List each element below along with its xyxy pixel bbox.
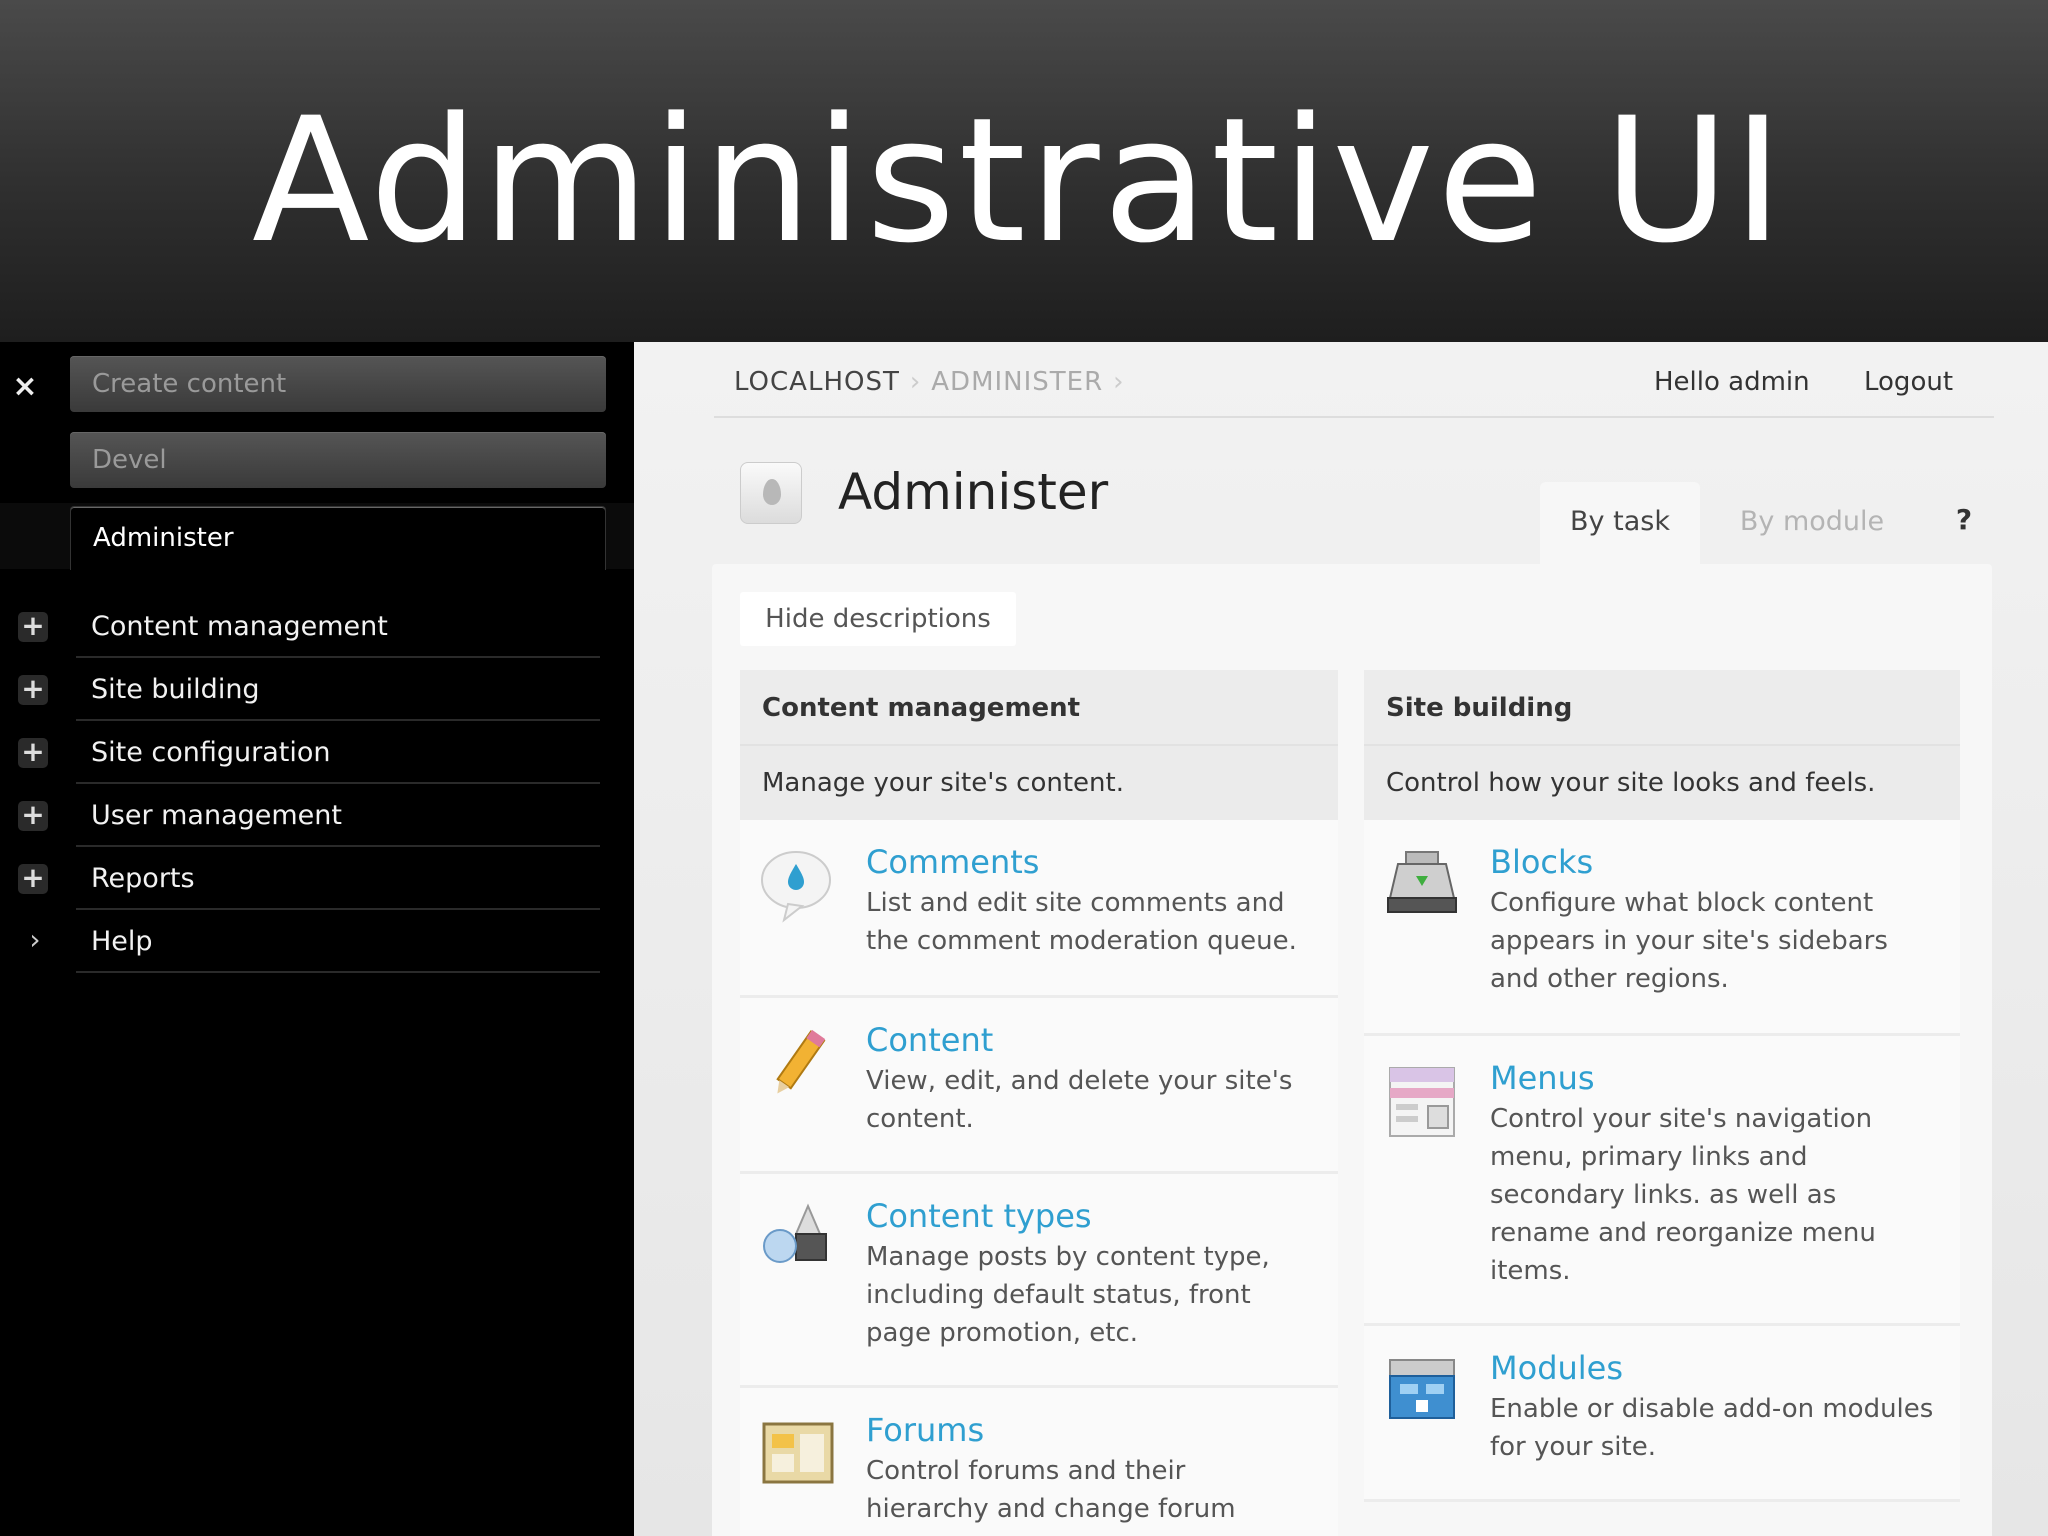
plus-icon[interactable]: +	[18, 675, 48, 705]
shapes-icon	[763, 1203, 827, 1263]
block-tray-icon	[1387, 851, 1457, 913]
tab-administer[interactable]: Administer	[70, 506, 606, 570]
section-description: Control how your site looks and feels.	[1364, 746, 1960, 820]
hello-user-link[interactable]: Hello admin	[1654, 362, 1810, 402]
item-description: List and edit site comments and the comm…	[866, 888, 1297, 956]
divider	[76, 782, 600, 784]
item-description: Manage posts by content type, including …	[866, 1242, 1270, 1348]
divider	[76, 845, 600, 847]
pencil-icon	[776, 1029, 826, 1094]
chevron-right-icon[interactable]: ›	[20, 925, 50, 955]
tab-by-task[interactable]: By task	[1540, 482, 1700, 564]
breadcrumb-separator-icon: ›	[1113, 367, 1125, 397]
item-title[interactable]: Forums	[866, 1408, 984, 1452]
logout-link[interactable]: Logout	[1864, 362, 1953, 402]
slide-title-band: Administrative UI	[0, 0, 2048, 342]
sidebar-item-content-management[interactable]: + Content management	[0, 596, 634, 658]
page-title: Administer	[838, 463, 1109, 521]
item-title[interactable]: Content types	[866, 1194, 1092, 1238]
sidebar-item-site-building[interactable]: + Site building	[0, 659, 634, 721]
breadcrumb-link-localhost[interactable]: LOCALHOST	[734, 367, 900, 397]
admin-page-panel: LOCALHOST › ADMINISTER › Hello admin Logout…	[634, 342, 2048, 1536]
tab-devel[interactable]: Devel	[70, 432, 606, 488]
module-toolbox-icon	[1389, 1359, 1455, 1419]
drupal-drop-icon	[740, 462, 802, 524]
item-description: Configure what block content appears in …	[1490, 888, 1888, 994]
tab-create-content[interactable]: Create content	[70, 356, 606, 412]
admin-item-content-types[interactable]: Content types Manage posts by content ty…	[740, 1174, 1338, 1388]
divider	[76, 719, 600, 721]
item-title[interactable]: Blocks	[1490, 840, 1593, 884]
divider	[76, 971, 600, 973]
admin-item-blocks[interactable]: Blocks Configure what block content appe…	[1364, 820, 1960, 1036]
item-title[interactable]: Menus	[1490, 1056, 1595, 1100]
admin-item-forums[interactable]: Forums Control forums and their hierarch…	[740, 1388, 1338, 1536]
slide-title: Administrative UI	[251, 80, 1787, 281]
sidebar-item-help[interactable]: › Help	[0, 911, 634, 973]
breadcrumb-link-administer[interactable]: ADMINISTER	[931, 367, 1103, 397]
breadcrumb-separator-icon: ›	[909, 367, 922, 397]
section-title: Site building	[1364, 670, 1960, 746]
item-title[interactable]: Comments	[866, 840, 1039, 884]
item-description: Control forums and their hierarchy and c…	[866, 1456, 1236, 1524]
divider	[76, 656, 600, 658]
help-icon[interactable]: ?	[1944, 500, 1984, 540]
divider	[76, 908, 600, 910]
item-description: Enable or disable add-on modules for you…	[1490, 1394, 1934, 1462]
sidebar-item-label: User management	[91, 800, 342, 831]
menu-window-icon	[1389, 1067, 1455, 1137]
sidebar-item-label: Site building	[91, 674, 260, 705]
plus-icon[interactable]: +	[18, 801, 48, 831]
sidebar-item-label: Site configuration	[91, 737, 331, 768]
item-title[interactable]: Modules	[1490, 1346, 1623, 1390]
sidebar-item-user-management[interactable]: + User management	[0, 785, 634, 847]
forum-board-icon	[762, 1422, 834, 1484]
admin-item-menus[interactable]: Menus Control your site's navigation men…	[1364, 1036, 1960, 1326]
hide-descriptions-button[interactable]: Hide descriptions	[740, 592, 1016, 646]
sidebar-item-label: Help	[91, 926, 153, 957]
item-description: Control your site's navigation menu, pri…	[1490, 1104, 1876, 1286]
section-description: Manage your site's content.	[740, 746, 1338, 820]
header-divider	[714, 416, 1994, 418]
plus-icon[interactable]: +	[18, 612, 48, 642]
content-management-section: Content management Manage your site's co…	[740, 670, 1338, 1536]
plus-icon[interactable]: +	[18, 738, 48, 768]
plus-icon[interactable]: +	[18, 864, 48, 894]
sidebar-item-reports[interactable]: + Reports	[0, 848, 634, 910]
admin-item-comments[interactable]: Comments List and edit site comments and…	[740, 820, 1338, 998]
sidebar-item-label: Reports	[91, 863, 195, 894]
close-icon[interactable]: ×	[10, 372, 40, 402]
breadcrumb: LOCALHOST › ADMINISTER ›	[734, 362, 1135, 402]
comment-bubble-icon	[761, 851, 831, 923]
section-title: Content management	[740, 670, 1338, 746]
item-title[interactable]: Content	[866, 1018, 993, 1062]
item-description: View, edit, and delete your site's conte…	[866, 1066, 1293, 1134]
sidebar-item-site-configuration[interactable]: + Site configuration	[0, 722, 634, 784]
sidebar-item-label: Content management	[91, 611, 388, 642]
admin-item-modules[interactable]: Modules Enable or disable add-on modules…	[1364, 1326, 1960, 1502]
tab-by-module[interactable]: By module	[1712, 482, 1912, 562]
admin-item-content[interactable]: Content View, edit, and delete your site…	[740, 998, 1338, 1174]
site-building-section: Site building Control how your site look…	[1364, 670, 1960, 1502]
